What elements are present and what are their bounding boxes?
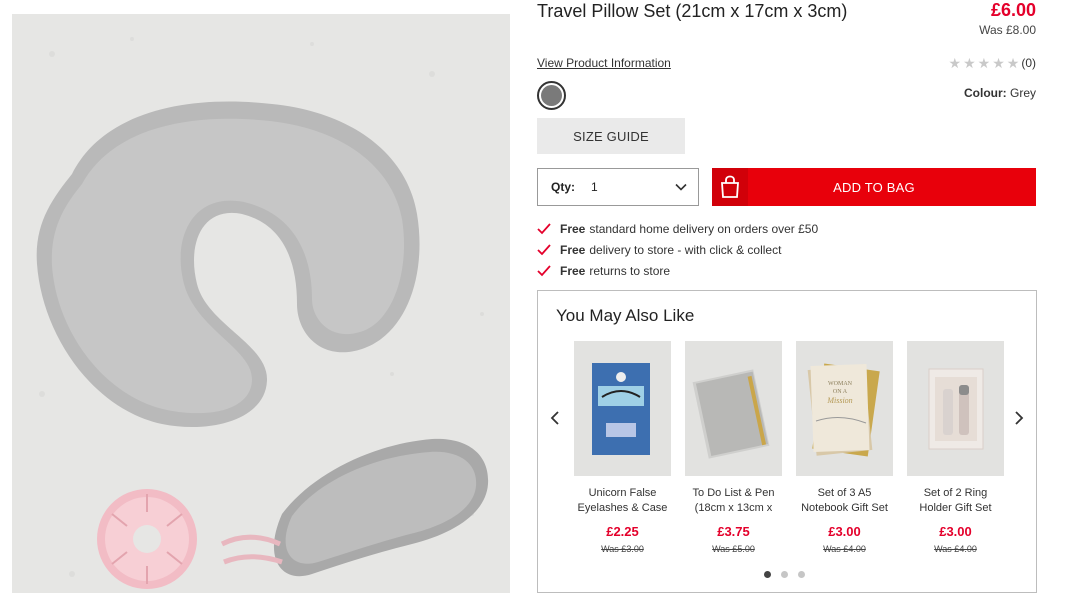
carousel-prev-button[interactable]: [547, 408, 563, 428]
star-icon: ★: [1006, 55, 1020, 71]
was-price: Was £8.00: [979, 23, 1036, 37]
qty-value: 1: [591, 180, 598, 194]
size-guide-button[interactable]: SIZE GUIDE: [537, 118, 685, 154]
product-thumbnail: [574, 341, 671, 476]
swatch-color-fill: [541, 85, 562, 106]
carousel-next-button[interactable]: [1011, 408, 1027, 428]
product-was-price: Was £4.00: [934, 544, 977, 554]
carousel-product[interactable]: WOMAN ON A Mission Set of 3 A5 Notebook …: [796, 341, 893, 554]
add-to-bag-button[interactable]: ADD TO BAG: [712, 168, 1036, 206]
product-title: Travel Pillow Set (21cm x 17cm x 3cm): [537, 1, 848, 21]
carousel-dot[interactable]: [764, 571, 771, 578]
current-price: £6.00: [990, 0, 1036, 20]
star-icon: ★: [992, 55, 1005, 71]
checkmark-icon: [537, 264, 551, 276]
benefit-text: standard home delivery on orders over £5…: [589, 221, 819, 236]
benefit-bold: Free: [560, 263, 586, 278]
notebook-text: Mission: [826, 396, 852, 405]
benefit-bold: Free: [560, 242, 586, 257]
notebook-text: ON A: [833, 389, 848, 395]
product-price: £3.75: [717, 524, 750, 539]
qty-label: Qty:: [551, 180, 575, 194]
product-name: Unicorn False Eyelashes & Case: [577, 487, 668, 514]
benefit-item: Free delivery to store - with click & co…: [537, 239, 818, 260]
product-name: Set of 3 A5 Notebook Gift Set: [801, 487, 888, 514]
notebook-text: WOMAN: [828, 381, 853, 387]
product-main-image: [12, 14, 510, 593]
benefit-text: returns to store: [589, 263, 671, 278]
you-may-also-like-carousel: You May Also Like Unicorn False Eyelashe…: [537, 290, 1037, 593]
star-icon: ★: [948, 55, 962, 71]
benefit-item: Free standard home delivery on orders ov…: [537, 218, 818, 239]
benefit-bold: Free: [560, 221, 586, 236]
checkmark-icon: [537, 243, 551, 255]
colour-info: Colour: Grey: [964, 86, 1036, 100]
carousel-pagination: [764, 571, 805, 578]
chevron-right-icon: [1015, 411, 1024, 425]
product-price: £3.00: [939, 524, 972, 539]
product-was-price: Was £5.00: [712, 544, 755, 554]
benefit-item: Free returns to store: [537, 260, 818, 281]
product-price: £3.00: [828, 524, 861, 539]
chevron-down-icon: [675, 183, 687, 191]
product-name: To Do List & Pen (18cm x 13cm x: [692, 487, 775, 514]
quantity-select[interactable]: Qty: 1: [537, 168, 699, 206]
eyelashes-case-image: [574, 341, 671, 476]
colour-swatch-grey[interactable]: [537, 81, 566, 110]
carousel-dot[interactable]: [798, 571, 805, 578]
product-rating[interactable]: ★ ★ ★ ★ ★ (0): [949, 56, 1036, 70]
product-thumbnail: [685, 341, 782, 476]
shopping-bag-icon: [712, 168, 748, 206]
carousel-title: You May Also Like: [556, 306, 695, 325]
view-product-information-link[interactable]: View Product Information: [537, 56, 671, 70]
checkmark-icon: [537, 222, 551, 234]
add-to-bag-label: ADD TO BAG: [833, 179, 915, 195]
product-price: £2.25: [606, 524, 639, 539]
product-was-price: Was £3.00: [601, 544, 644, 554]
delivery-benefits: Free standard home delivery on orders ov…: [537, 218, 818, 281]
carousel-product[interactable]: To Do List & Pen (18cm x 13cm x £3.75 Wa…: [685, 341, 782, 554]
colour-label: Colour:: [963, 86, 1007, 100]
rating-count: (0): [1021, 56, 1036, 70]
star-icon: ★: [977, 55, 991, 71]
carousel-product[interactable]: Set of 2 Ring Holder Gift Set £3.00 Was …: [907, 341, 1004, 554]
chevron-left-icon: [550, 411, 559, 425]
travel-pillow-set-image: [12, 14, 510, 593]
ring-holder-gift-set-image: [907, 341, 1004, 476]
colour-value: Grey: [1009, 86, 1036, 100]
carousel-dot[interactable]: [781, 571, 788, 578]
product-name: Set of 2 Ring Holder Gift Set: [919, 487, 992, 514]
benefit-text: delivery to store - with click & collect: [589, 242, 782, 257]
notebook-gift-set-image: WOMAN ON A Mission: [796, 341, 893, 476]
star-icon: ★: [963, 55, 976, 71]
product-thumbnail: [907, 341, 1004, 476]
product-thumbnail: WOMAN ON A Mission: [796, 341, 893, 476]
to-do-list-image: [685, 341, 782, 476]
carousel-product[interactable]: Unicorn False Eyelashes & Case £2.25 Was…: [574, 341, 671, 554]
product-was-price: Was £4.00: [823, 544, 866, 554]
